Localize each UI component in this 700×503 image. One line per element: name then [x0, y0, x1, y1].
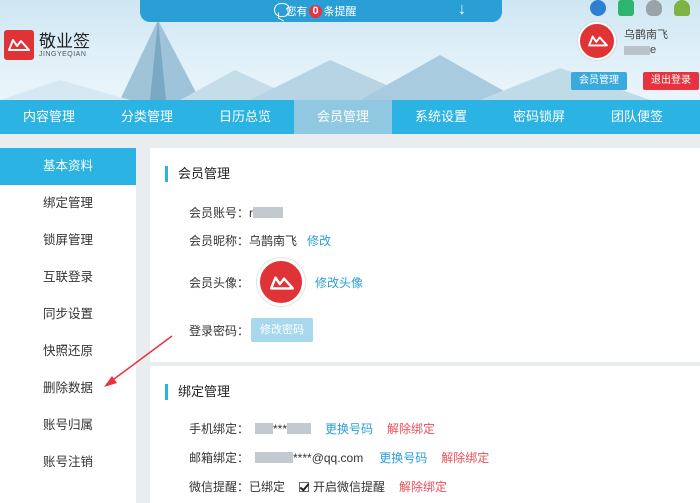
section-title: 会员管理 [165, 166, 230, 182]
unbind-email-link[interactable]: 解除绑定 [441, 449, 489, 466]
account-row: 会员账号： r [189, 204, 284, 221]
sidebar-item-profile[interactable]: 基本资料 [0, 148, 136, 185]
unbind-wechat-link[interactable]: 解除绑定 [399, 478, 447, 495]
platform-icons [590, 0, 690, 16]
nickname-row: 会员昵称： 乌鹊南飞 修改 [189, 232, 331, 249]
windows-icon[interactable] [618, 0, 634, 16]
main-nav: 内容管理 分类管理 日历总览 会员管理 系统设置 密码锁屏 团队便签 [0, 100, 700, 134]
sidebar-item-delete-data[interactable]: 删除数据 [0, 370, 136, 407]
change-password-button[interactable]: 修改密码 [251, 318, 314, 342]
avatar-label: 会员头像： [189, 275, 250, 290]
logo-subtext: JINGYEQIAN [39, 51, 87, 58]
nav-item-content[interactable]: 内容管理 [0, 100, 98, 134]
nav-item-calendar[interactable]: 日历总览 [196, 100, 294, 134]
avatar-row: 会员头像： 修改头像 [189, 258, 363, 306]
phone-label: 手机绑定： [189, 422, 250, 436]
notification-text: 您有 0 条提醒 [285, 3, 357, 19]
redacted-block [624, 45, 650, 55]
sidebar-item-account-owner[interactable]: 账号归属 [0, 407, 136, 444]
change-phone-link[interactable]: 更换号码 [325, 420, 373, 437]
edit-avatar-link[interactable]: 修改头像 [315, 274, 363, 291]
user-sub: e [624, 44, 656, 56]
notification-bar[interactable]: 您有 0 条提醒 ↓ [140, 0, 502, 22]
wechat-status: 已绑定 [249, 480, 286, 494]
redacted-block [255, 452, 294, 463]
account-label: 会员账号： [189, 206, 250, 220]
chat-bubble-icon [274, 3, 290, 17]
nav-item-settings[interactable]: 系统设置 [392, 100, 490, 134]
sidebar-item-lockscreen[interactable]: 锁屏管理 [0, 222, 136, 259]
email-label: 邮箱绑定： [189, 451, 250, 465]
apple-icon[interactable] [646, 0, 662, 16]
nav-item-team[interactable]: 团队便签 [588, 100, 686, 134]
edit-nickname-link[interactable]: 修改 [307, 232, 331, 249]
binding-panel: 绑定管理 手机绑定： *** 更换号码 解除绑定 邮箱绑定： ****@qq.c… [150, 366, 700, 503]
notice-count-badge: 0 [309, 4, 322, 18]
change-email-link[interactable]: 更换号码 [379, 449, 427, 466]
phone-value: *** [273, 421, 288, 436]
password-row: 登录密码： 修改密码 [189, 318, 314, 342]
sidebar-item-deactivate[interactable]: 账号注销 [0, 444, 136, 481]
redacted-block [287, 423, 312, 434]
username: 乌鹊南飞 [624, 29, 668, 41]
ie-icon[interactable] [590, 0, 606, 16]
email-value: ****@qq.com [293, 450, 364, 465]
arrow-down-icon[interactable]: ↓ [458, 2, 466, 18]
sidebar: 基本资料 绑定管理 锁屏管理 互联登录 同步设置 快照还原 删除数据 账号归属 … [0, 148, 136, 503]
user-avatar[interactable] [578, 22, 616, 60]
email-row: 邮箱绑定： ****@qq.com 更换号码 解除绑定 [189, 449, 489, 466]
phone-row: 手机绑定： *** 更换号码 解除绑定 [189, 420, 435, 437]
logout-button[interactable]: 退出登录 [643, 72, 699, 90]
nickname-value: 乌鹊南飞 [249, 234, 298, 248]
unbind-phone-link[interactable]: 解除绑定 [387, 420, 435, 437]
notice-suffix: 条提醒 [323, 6, 357, 18]
section-title: 绑定管理 [165, 384, 230, 400]
logo-mark-icon [4, 30, 34, 60]
wechat-row: 微信提醒： 已绑定 开启微信提醒 解除绑定 [189, 478, 447, 495]
sidebar-item-sync[interactable]: 同步设置 [0, 296, 136, 333]
wechat-reminder-label[interactable]: 开启微信提醒 [313, 478, 385, 495]
sidebar-item-binding[interactable]: 绑定管理 [0, 185, 136, 222]
nav-item-member[interactable]: 会员管理 [294, 100, 392, 134]
logo-text: 敬业签 [39, 32, 90, 51]
wechat-reminder-checkbox[interactable] [299, 481, 310, 492]
password-label: 登录密码： [189, 323, 250, 338]
sidebar-item-snapshot[interactable]: 快照还原 [0, 333, 136, 370]
wechat-label: 微信提醒： [189, 480, 250, 494]
user-sub-text: e [650, 44, 657, 56]
redacted-block [253, 207, 284, 218]
member-panel: 会员管理 会员账号： r 会员昵称： 乌鹊南飞 修改 会员头像： 修改头像 登录… [150, 148, 700, 362]
brand-logo[interactable]: 敬业签 JINGYEQIAN [4, 30, 90, 60]
redacted-block [255, 423, 274, 434]
app-header: 您有 0 条提醒 ↓ 敬业签 JINGYEQIAN 乌鹊南飞 e 会员管理 退出… [0, 0, 700, 100]
sidebar-item-connect-login[interactable]: 互联登录 [0, 259, 136, 296]
member-avatar[interactable] [257, 258, 306, 306]
member-button[interactable]: 会员管理 [571, 72, 627, 90]
nickname-label: 会员昵称： [189, 234, 250, 248]
android-icon[interactable] [674, 0, 690, 16]
nav-item-category[interactable]: 分类管理 [98, 100, 196, 134]
nav-item-lock[interactable]: 密码锁屏 [490, 100, 588, 134]
